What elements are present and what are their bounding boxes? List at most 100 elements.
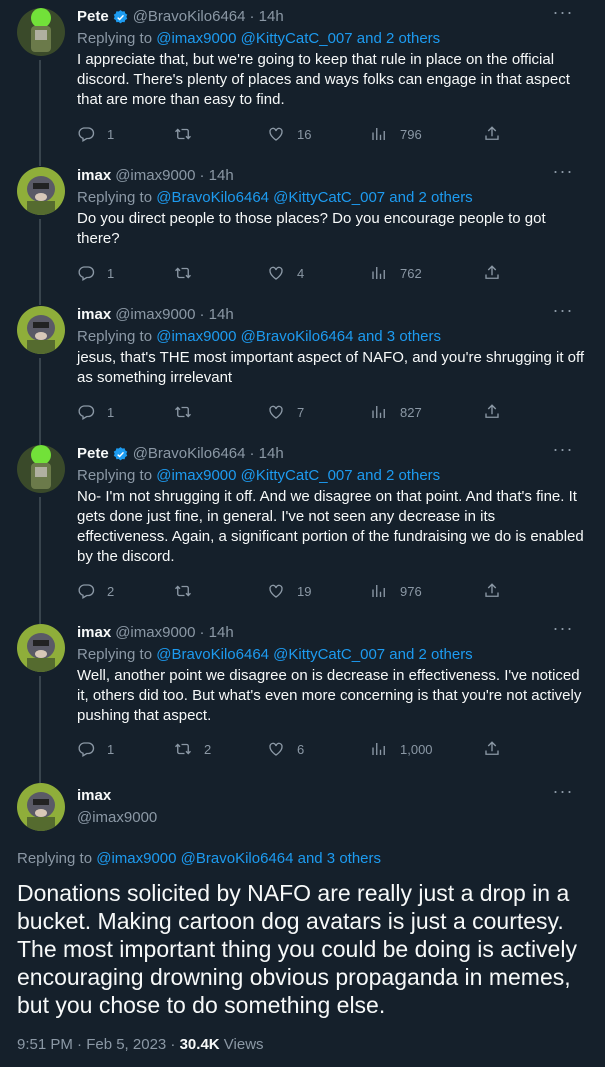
views-icon: [372, 267, 385, 279]
tweet-time[interactable]: · 14h: [199, 623, 233, 643]
tweet[interactable]: imax @imax9000 · 14h ··· Replying to @im…: [0, 300, 605, 440]
replying-to-links[interactable]: @imax9000 @KittyCatC_007 and 2 others: [156, 467, 440, 484]
avatar[interactable]: [17, 624, 65, 672]
like-button[interactable]: 16: [267, 125, 311, 143]
avatar[interactable]: [17, 306, 65, 354]
heart-icon: [269, 742, 283, 756]
author-handle[interactable]: @imax9000: [115, 305, 195, 325]
author-name[interactable]: imax: [77, 786, 111, 806]
more-options-icon[interactable]: ···: [551, 782, 575, 804]
like-count: 16: [297, 126, 312, 142]
views-button[interactable]: 976: [370, 582, 422, 600]
reply-button[interactable]: 1: [77, 740, 114, 758]
replying-to: Replying to @imax9000 @BravoKilo6464 and…: [17, 849, 381, 869]
retweet-button[interactable]: [174, 582, 204, 600]
retweet-icon: [175, 406, 191, 418]
replying-to-prefix: Replying to: [77, 467, 157, 484]
thread-line: [39, 497, 41, 620]
retweet-button[interactable]: [174, 403, 204, 421]
replying-to-links[interactable]: @BravoKilo6464 @KittyCatC_007 and 2 othe…: [156, 189, 472, 206]
retweet-icon: [175, 743, 191, 755]
avatar[interactable]: [17, 8, 65, 56]
views-icon: [372, 585, 385, 597]
like-button[interactable]: 7: [267, 403, 304, 421]
tweet[interactable]: Pete @BravoKilo6464 · 14h ··· Replying t…: [0, 0, 605, 160]
replying-to-links[interactable]: @imax9000 @BravoKilo6464 and 3 others: [156, 328, 441, 345]
share-button[interactable]: [483, 125, 501, 143]
main-tweet: imax @imax9000 ··· Replying to @imax9000…: [0, 780, 605, 1067]
more-options-icon[interactable]: ···: [551, 162, 575, 184]
author-name[interactable]: imax: [77, 166, 111, 186]
like-count: 19: [297, 583, 312, 599]
replying-to: Replying to @imax9000 @KittyCatC_007 and…: [77, 466, 585, 486]
retweet-button[interactable]: [174, 264, 204, 282]
tweet-time[interactable]: · 14h: [249, 444, 283, 464]
replying-to-prefix: Replying to: [77, 189, 157, 206]
retweet-button[interactable]: 2: [174, 740, 211, 758]
avatar[interactable]: [17, 783, 65, 831]
tweet-time[interactable]: · 14h: [249, 7, 283, 27]
more-options-icon[interactable]: ···: [551, 619, 575, 641]
more-options-icon[interactable]: ···: [551, 301, 575, 323]
author-handle[interactable]: @imax9000: [115, 623, 195, 643]
author-handle[interactable]: @imax9000: [115, 166, 195, 186]
share-button[interactable]: [483, 264, 501, 282]
author-name[interactable]: Pete: [77, 444, 109, 464]
replying-to-prefix: Replying to: [17, 850, 97, 867]
tweet[interactable]: imax @imax9000 · 14h ··· Replying to @Br…: [0, 619, 605, 780]
tweet-timestamp[interactable]: 9:51 PM · Feb 5, 2023 ·: [17, 1036, 180, 1053]
reply-count: 2: [107, 583, 115, 599]
reply-button[interactable]: 1: [77, 264, 114, 282]
author-name[interactable]: imax: [77, 623, 111, 643]
reply-button[interactable]: 1: [77, 125, 114, 143]
share-icon: [485, 265, 499, 279]
thread-line: [39, 676, 41, 780]
retweet-button[interactable]: [174, 125, 204, 143]
avatar[interactable]: [17, 167, 65, 215]
replying-to-links[interactable]: @imax9000 @KittyCatC_007 and 2 others: [156, 30, 440, 47]
like-count: 4: [297, 265, 305, 281]
replying-to: Replying to @BravoKilo6464 @KittyCatC_00…: [77, 188, 585, 208]
views-button[interactable]: 762: [370, 264, 422, 282]
tweet-time[interactable]: · 14h: [199, 166, 233, 186]
views-count: 976: [400, 583, 422, 599]
author-handle[interactable]: @BravoKilo6464: [133, 444, 246, 464]
author-handle[interactable]: @BravoKilo6464: [133, 7, 246, 27]
views-button[interactable]: 1,000: [370, 740, 433, 758]
more-options-icon[interactable]: ···: [551, 440, 575, 462]
author-name[interactable]: Pete: [77, 7, 109, 27]
tweet[interactable]: Pete @BravoKilo6464 · 14h ··· Replying t…: [0, 440, 605, 620]
tweet[interactable]: imax @imax9000 · 14h ··· Replying to @Br…: [0, 160, 605, 300]
avatar[interactable]: [17, 445, 65, 493]
share-button[interactable]: [483, 740, 501, 758]
reply-icon: [78, 584, 95, 599]
share-icon: [485, 126, 499, 140]
retweet-icon: [175, 585, 191, 597]
like-button[interactable]: 19: [267, 582, 311, 600]
reply-button[interactable]: 1: [77, 403, 114, 421]
reply-count: 1: [107, 126, 115, 142]
replying-to: Replying to @BravoKilo6464 @KittyCatC_00…: [77, 645, 585, 665]
like-button[interactable]: 4: [267, 264, 304, 282]
author-name[interactable]: imax: [77, 305, 111, 325]
thread-line: [39, 219, 41, 300]
views-icon: [372, 743, 385, 755]
tweet-text: Do you direct people to those places? Do…: [77, 210, 546, 247]
reply-icon: [78, 405, 95, 420]
like-count: 6: [297, 741, 305, 757]
retweet-icon: [175, 128, 191, 140]
author-handle[interactable]: @imax9000: [77, 808, 157, 828]
reply-icon: [78, 742, 95, 757]
more-options-icon[interactable]: ···: [551, 3, 575, 25]
replying-to-links[interactable]: @imax9000 @BravoKilo6464 and 3 others: [96, 850, 381, 867]
share-icon: [485, 583, 499, 597]
views-button[interactable]: 827: [370, 403, 422, 421]
views-button[interactable]: 796: [370, 125, 422, 143]
views-icon: [372, 128, 385, 140]
tweet-time[interactable]: · 14h: [199, 305, 233, 325]
share-button[interactable]: [483, 403, 501, 421]
like-button[interactable]: 6: [267, 740, 304, 758]
share-button[interactable]: [483, 582, 501, 600]
reply-button[interactable]: 2: [77, 582, 114, 600]
replying-to-links[interactable]: @BravoKilo6464 @KittyCatC_007 and 2 othe…: [156, 646, 472, 663]
